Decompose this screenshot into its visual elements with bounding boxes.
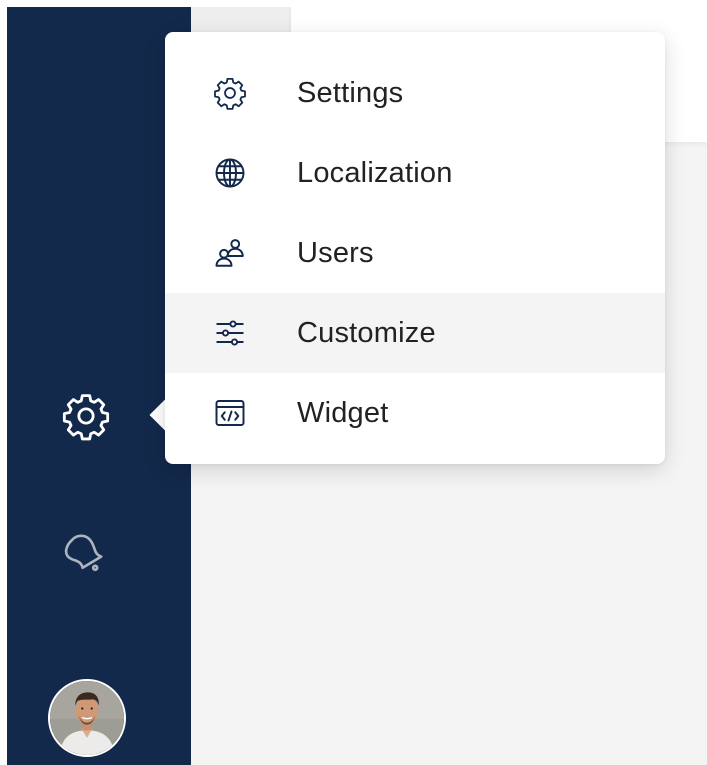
menu-item-label: Localization [297, 156, 453, 189]
menu-item-customize[interactable]: Customize [165, 293, 665, 373]
menu-item-settings[interactable]: Settings [165, 53, 665, 133]
menu-item-localization[interactable]: Localization [165, 133, 665, 213]
avatar[interactable] [48, 679, 126, 757]
menu-item-widget[interactable]: Widget [165, 373, 665, 453]
user-avatar-image [50, 681, 124, 755]
menu-item-label: Settings [297, 76, 404, 109]
sidebar [7, 7, 191, 765]
gear-icon [210, 73, 250, 113]
bell-icon[interactable] [62, 527, 110, 575]
menu-item-label: Users [297, 236, 374, 269]
menu-item-label: Customize [297, 316, 436, 349]
globe-icon [210, 153, 250, 193]
sliders-icon [210, 313, 250, 353]
settings-dropdown-menu: Settings Localization Users Customize Wi… [165, 32, 665, 464]
users-icon [210, 233, 250, 273]
menu-item-users[interactable]: Users [165, 213, 665, 293]
code-window-icon [210, 393, 250, 433]
gear-icon[interactable] [60, 390, 112, 442]
app-frame: Settings Localization Users Customize Wi… [7, 7, 707, 765]
menu-item-label: Widget [297, 396, 389, 429]
